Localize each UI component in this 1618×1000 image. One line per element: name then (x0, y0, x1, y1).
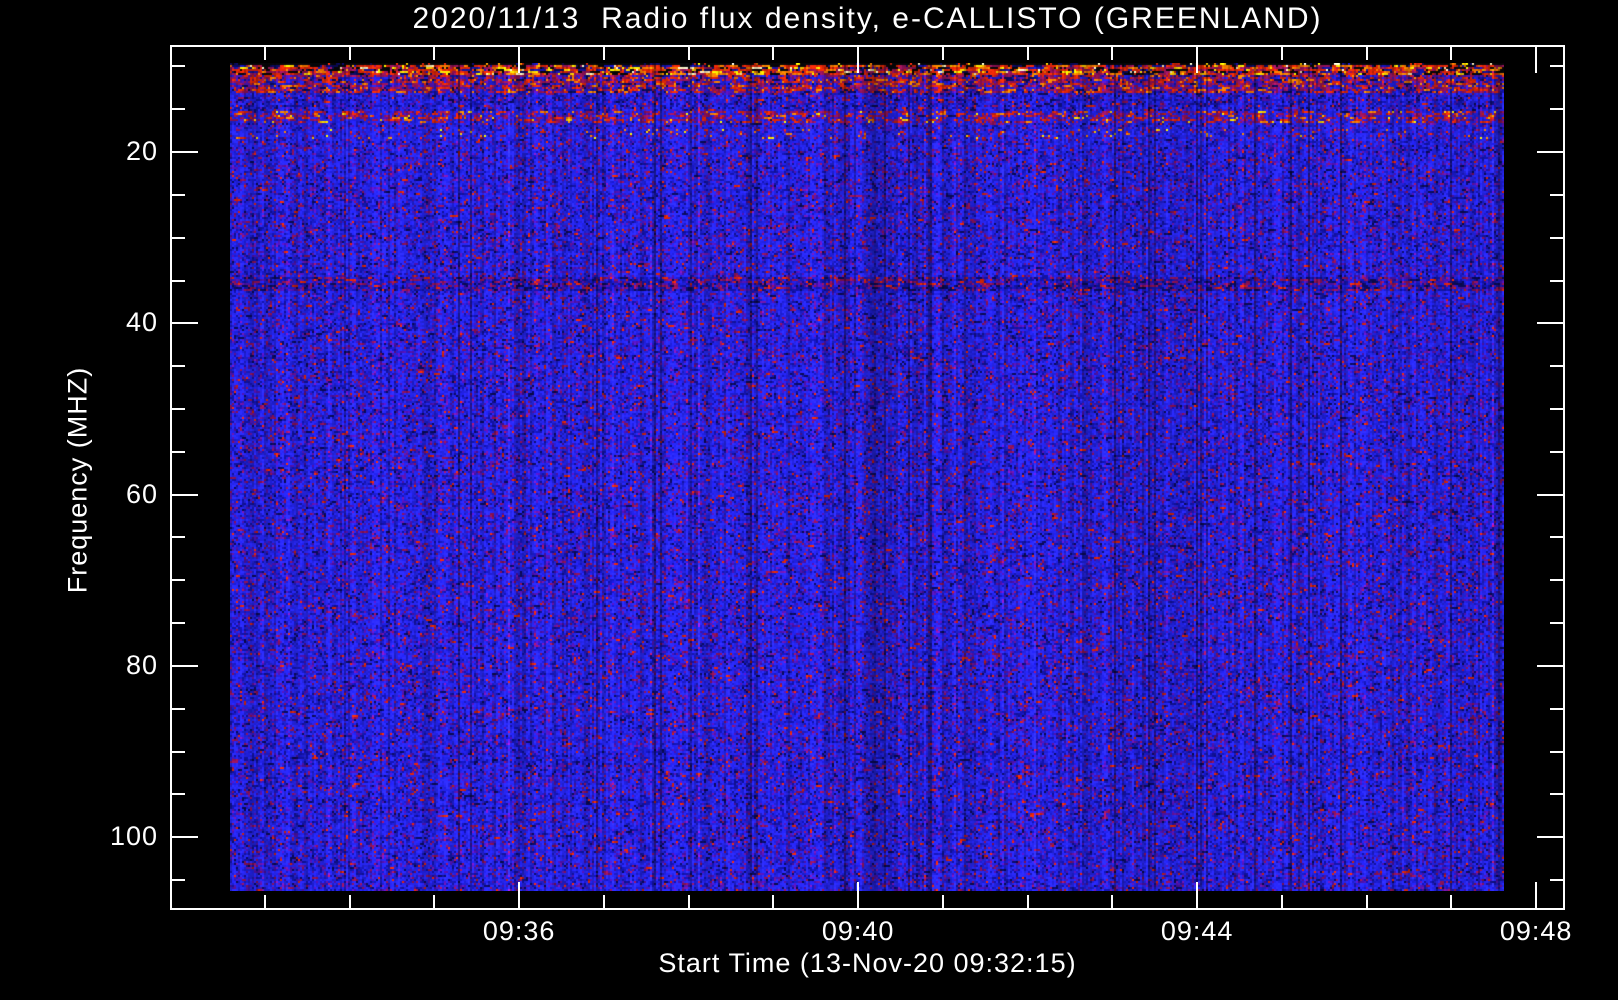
x-minor-tick (433, 895, 435, 908)
spectrogram-page: 2020/11/13 Radio flux density, e-CALLIST… (0, 0, 1618, 1000)
x-minor-tick (1450, 895, 1452, 908)
y-minor-tick (172, 451, 185, 453)
x-major-tick (857, 47, 859, 73)
x-major-tick (857, 882, 859, 908)
x-major-tick (1196, 47, 1198, 73)
x-minor-tick (433, 47, 435, 60)
y-minor-tick (1550, 237, 1563, 239)
x-minor-tick (264, 895, 266, 908)
y-minor-tick (1550, 622, 1563, 624)
y-tick-label: 80 (125, 649, 158, 680)
y-major-tick (1537, 836, 1563, 838)
x-minor-tick (1027, 895, 1029, 908)
x-minor-tick (1450, 47, 1452, 60)
x-minor-tick (688, 895, 690, 908)
x-minor-tick (772, 895, 774, 908)
y-major-tick (1537, 494, 1563, 496)
y-minor-tick (1550, 708, 1563, 710)
y-minor-tick (1550, 65, 1563, 67)
y-minor-tick (172, 408, 185, 410)
y-minor-tick (1550, 579, 1563, 581)
y-minor-tick (172, 365, 185, 367)
y-minor-tick (172, 536, 185, 538)
y-major-tick (172, 494, 198, 496)
y-major-tick (172, 151, 198, 153)
y-minor-tick (1550, 280, 1563, 282)
x-minor-tick (1111, 47, 1113, 60)
y-minor-tick (172, 793, 185, 795)
x-minor-tick (1281, 895, 1283, 908)
x-minor-tick (603, 47, 605, 60)
y-minor-tick (172, 579, 185, 581)
x-minor-tick (349, 47, 351, 60)
x-minor-tick (942, 895, 944, 908)
x-minor-tick (1111, 895, 1113, 908)
x-major-tick (1535, 882, 1537, 908)
x-minor-tick (349, 895, 351, 908)
y-tick-label: 100 (109, 821, 158, 852)
y-major-tick (172, 836, 198, 838)
y-minor-tick (172, 65, 185, 67)
y-minor-tick (1550, 451, 1563, 453)
x-minor-tick (264, 47, 266, 60)
plot-frame (170, 45, 1565, 910)
y-minor-tick (172, 879, 185, 881)
x-tick-label: 09:48 (1499, 916, 1573, 946)
x-major-tick (1196, 882, 1198, 908)
x-major-tick (1535, 47, 1537, 73)
x-minor-tick (603, 895, 605, 908)
y-minor-tick (172, 622, 185, 624)
chart-title: 2020/11/13 Radio flux density, e-CALLIST… (412, 2, 1323, 35)
x-minor-tick (772, 47, 774, 60)
y-minor-tick (172, 751, 185, 753)
y-major-tick (172, 665, 198, 667)
y-tick-label: 60 (125, 478, 158, 509)
y-major-tick (172, 322, 198, 324)
y-major-tick (1537, 151, 1563, 153)
x-minor-tick (1281, 47, 1283, 60)
y-major-tick (1537, 322, 1563, 324)
y-minor-tick (1550, 751, 1563, 753)
x-tick-label: 09:36 (482, 916, 556, 946)
y-tick-label: 40 (125, 307, 158, 338)
y-minor-tick (1550, 194, 1563, 196)
y-minor-tick (172, 108, 185, 110)
y-minor-tick (1550, 879, 1563, 881)
y-minor-tick (172, 708, 185, 710)
x-axis-label: Start Time (13-Nov-20 09:32:15) (658, 948, 1077, 978)
y-minor-tick (1550, 108, 1563, 110)
y-tick-label: 20 (125, 136, 158, 167)
x-minor-tick (942, 47, 944, 60)
y-minor-tick (1550, 536, 1563, 538)
x-major-tick (518, 47, 520, 73)
y-major-tick (1537, 665, 1563, 667)
y-minor-tick (1550, 793, 1563, 795)
y-minor-tick (172, 237, 185, 239)
x-tick-label: 09:44 (1160, 916, 1234, 946)
x-tick-label: 09:40 (821, 916, 895, 946)
x-major-tick (518, 882, 520, 908)
x-minor-tick (1366, 47, 1368, 60)
y-minor-tick (1550, 408, 1563, 410)
x-minor-tick (1027, 47, 1029, 60)
x-minor-tick (1366, 895, 1368, 908)
y-minor-tick (1550, 365, 1563, 367)
y-minor-tick (172, 280, 185, 282)
x-minor-tick (688, 47, 690, 60)
y-minor-tick (172, 194, 185, 196)
